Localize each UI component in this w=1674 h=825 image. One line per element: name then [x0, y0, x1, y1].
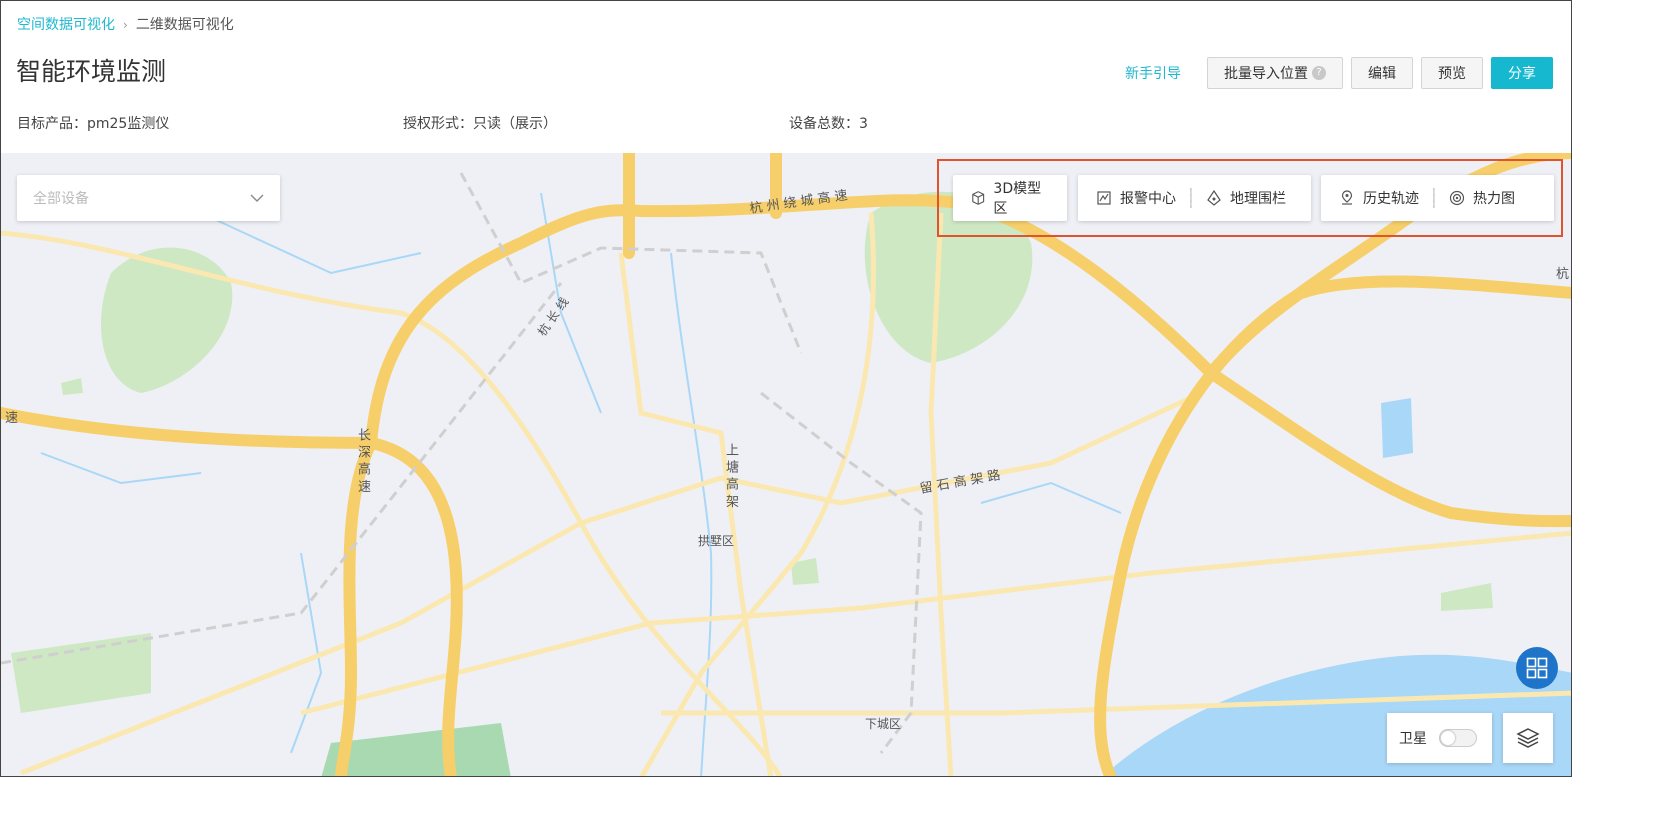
- batch-import-label: 批量导入位置: [1224, 66, 1308, 82]
- map-label-changshen: 长 深 高 速: [355, 428, 370, 493]
- page-title: 智能环境监测: [16, 57, 167, 86]
- alarm-center-button[interactable]: 报警中心: [1092, 188, 1180, 208]
- map-base-layer: [1, 153, 1571, 776]
- breadcrumb-current: 二维数据可视化: [135, 17, 234, 33]
- geo-fence-button[interactable]: 地理围栏: [1202, 188, 1290, 208]
- map-label-shangtang: 上 塘 高 架: [723, 443, 738, 508]
- heatmap-button[interactable]: 热力图: [1445, 188, 1519, 208]
- heatmap-label: 热力图: [1473, 191, 1515, 207]
- tool-divider: [1433, 188, 1435, 208]
- apps-grid-button[interactable]: [1516, 647, 1558, 689]
- model-zone-label: 3D模型区: [993, 181, 1042, 217]
- layers-icon: [1516, 728, 1540, 748]
- history-track-label: 历史轨迹: [1363, 191, 1419, 207]
- alarm-center-label: 报警中心: [1120, 191, 1176, 207]
- tool-group-model: 3D模型区: [953, 175, 1067, 221]
- map-canvas[interactable]: 杭 州 绕 城 高 速 杭 长 线 长 深 高 速 上 塘 高 架 拱墅区 留 …: [1, 153, 1571, 776]
- map-label-east: 杭: [1556, 267, 1570, 282]
- meta-product: 目标产品：pm25监测仪: [17, 116, 170, 132]
- breadcrumb: 空间数据可视化 › 二维数据可视化: [17, 15, 234, 35]
- tool-divider: [1190, 188, 1192, 208]
- layers-button[interactable]: [1503, 713, 1553, 763]
- chevron-down-icon: [250, 194, 264, 202]
- batch-import-button[interactable]: 批量导入位置 ?: [1207, 57, 1343, 89]
- satellite-label: 卫星: [1399, 731, 1427, 747]
- model-zone-button[interactable]: 3D模型区: [967, 178, 1053, 218]
- help-icon[interactable]: ?: [1312, 66, 1326, 80]
- satellite-toggle-box: 卫星: [1387, 713, 1492, 763]
- fence-icon: [1207, 190, 1221, 206]
- meta-permission: 授权形式：只读（展示）: [403, 116, 557, 132]
- cube-icon: [972, 191, 985, 205]
- app-frame: 空间数据可视化 › 二维数据可视化 智能环境监测 新手引导 批量导入位置 ? 编辑 …: [0, 0, 1572, 777]
- share-button[interactable]: 分享: [1491, 57, 1553, 89]
- history-track-button[interactable]: 历史轨迹: [1335, 188, 1423, 208]
- toggle-knob: [1441, 731, 1455, 745]
- alarm-chart-icon: [1097, 191, 1111, 205]
- location-pin-icon: [1341, 190, 1353, 205]
- map-label-xiacheng: 下城区: [865, 717, 902, 731]
- device-select[interactable]: 全部设备: [17, 175, 280, 221]
- meta-device-count: 设备总数：3: [789, 116, 868, 132]
- geo-fence-label: 地理围栏: [1230, 191, 1286, 207]
- header-actions: 新手引导 批量导入位置 ? 编辑 预览 分享: [1125, 57, 1553, 89]
- grid-icon: [1526, 657, 1548, 679]
- map-label-west: 速: [5, 411, 19, 426]
- breadcrumb-separator: ›: [123, 18, 128, 32]
- heatmap-icon: [1449, 190, 1465, 206]
- device-select-placeholder: 全部设备: [33, 191, 89, 207]
- breadcrumb-parent-link[interactable]: 空间数据可视化: [17, 17, 115, 33]
- map-label-gongshu: 拱墅区: [698, 534, 735, 548]
- edit-button[interactable]: 编辑: [1351, 57, 1413, 89]
- satellite-toggle[interactable]: [1439, 729, 1477, 747]
- tool-group-alarm: 报警中心 地理围栏: [1078, 175, 1311, 221]
- preview-button[interactable]: 预览: [1421, 57, 1483, 89]
- guide-link[interactable]: 新手引导: [1125, 63, 1181, 83]
- tool-group-history: 历史轨迹 热力图: [1321, 175, 1554, 221]
